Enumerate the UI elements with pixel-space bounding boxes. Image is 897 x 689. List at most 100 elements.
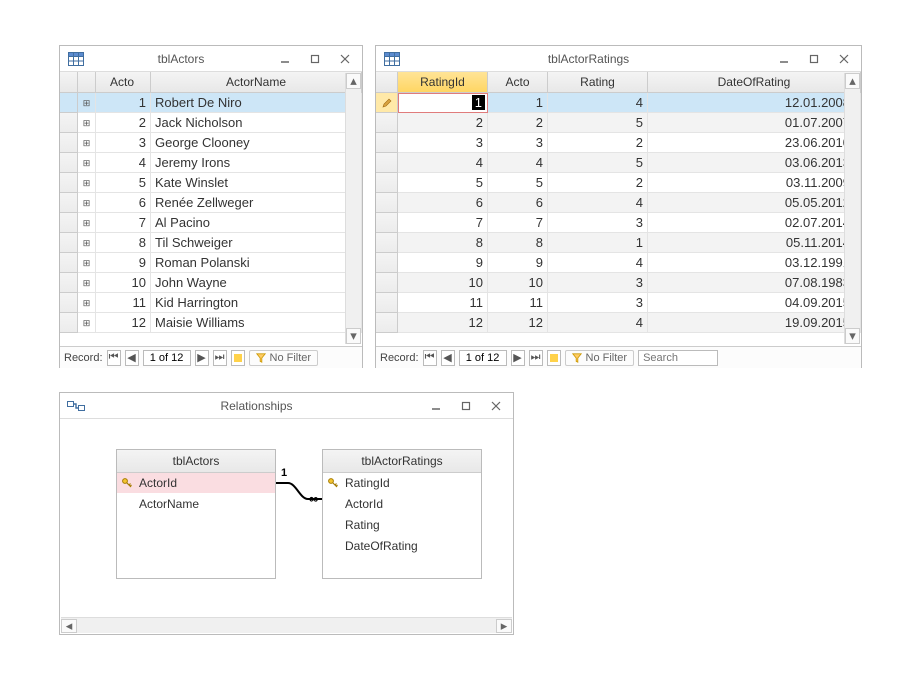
- nav-new-button[interactable]: [231, 350, 245, 366]
- table-row[interactable]: 77302.07.2014: [376, 213, 861, 233]
- expand-button[interactable]: ⊞: [78, 213, 96, 233]
- select-all-corner[interactable]: [376, 72, 398, 92]
- scroll-right-button[interactable]: ▸: [496, 619, 512, 633]
- nav-last-button[interactable]: ⏭: [529, 350, 543, 366]
- row-selector[interactable]: [376, 153, 398, 173]
- cell-actorname[interactable]: Kid Harrington: [151, 293, 362, 313]
- cell-actorid[interactable]: 1: [488, 93, 548, 113]
- record-position-input[interactable]: [143, 350, 191, 366]
- cell-ratingid[interactable]: 10: [398, 273, 488, 293]
- cell-actorname[interactable]: John Wayne: [151, 273, 362, 293]
- cell-actorid[interactable]: 9: [96, 253, 151, 273]
- cell-actorid[interactable]: 7: [96, 213, 151, 233]
- cell-actorid[interactable]: 12: [96, 313, 151, 333]
- nav-last-button[interactable]: ⏭: [213, 350, 227, 366]
- datasheet-body-ratings[interactable]: 11412.01.200822501.07.200733223.06.20104…: [376, 93, 861, 346]
- row-selector[interactable]: [60, 273, 78, 293]
- cell-date[interactable]: 05.11.2014: [648, 233, 861, 253]
- record-position-input[interactable]: [459, 350, 507, 366]
- row-selector[interactable]: [376, 233, 398, 253]
- row-selector[interactable]: [60, 313, 78, 333]
- cell-date[interactable]: 03.11.2009: [648, 173, 861, 193]
- cell-actorid[interactable]: 6: [96, 193, 151, 213]
- cell-ratingid[interactable]: 8: [398, 233, 488, 253]
- col-actorname[interactable]: ActorName: [151, 72, 362, 92]
- col-ratingid[interactable]: RatingId: [398, 72, 488, 92]
- row-selector[interactable]: [376, 133, 398, 153]
- cell-ratingid[interactable]: 2: [398, 113, 488, 133]
- cell-actorid[interactable]: 2: [488, 113, 548, 133]
- expand-button[interactable]: ⊞: [78, 193, 96, 213]
- nav-prev-button[interactable]: ◀: [125, 350, 139, 366]
- cell-rating[interactable]: 5: [548, 153, 648, 173]
- cell-rating[interactable]: 5: [548, 113, 648, 133]
- scroll-down-button[interactable]: ▾: [845, 328, 860, 344]
- table-row[interactable]: 88105.11.2014: [376, 233, 861, 253]
- row-selector[interactable]: [60, 133, 78, 153]
- cell-actorid[interactable]: 2: [96, 113, 151, 133]
- cell-actorname[interactable]: Til Schweiger: [151, 233, 362, 253]
- nav-new-button[interactable]: [547, 350, 561, 366]
- rel-table-tblactors[interactable]: tblActors ActorIdActorName: [116, 449, 276, 579]
- row-selector[interactable]: [376, 93, 398, 113]
- expand-button[interactable]: ⊞: [78, 173, 96, 193]
- scroll-left-button[interactable]: ◂: [61, 619, 77, 633]
- minimize-button[interactable]: [274, 50, 296, 68]
- nav-next-button[interactable]: ▶: [511, 350, 525, 366]
- cell-actorid[interactable]: 3: [488, 133, 548, 153]
- expand-button[interactable]: ⊞: [78, 133, 96, 153]
- maximize-button[interactable]: [803, 50, 825, 68]
- close-button[interactable]: [334, 50, 356, 68]
- cell-rating[interactable]: 1: [548, 233, 648, 253]
- cell-actorid[interactable]: 1: [96, 93, 151, 113]
- close-button[interactable]: [833, 50, 855, 68]
- table-row[interactable]: ⊞4Jeremy Irons: [60, 153, 362, 173]
- table-row[interactable]: 22501.07.2007: [376, 113, 861, 133]
- cell-actorname[interactable]: Jeremy Irons: [151, 153, 362, 173]
- cell-actorname[interactable]: Robert De Niro: [151, 93, 362, 113]
- cell-actorname[interactable]: Renée Zellweger: [151, 193, 362, 213]
- row-selector[interactable]: [376, 193, 398, 213]
- cell-actorid[interactable]: 9: [488, 253, 548, 273]
- cell-actorname[interactable]: Roman Polanski: [151, 253, 362, 273]
- filter-indicator[interactable]: No Filter: [565, 350, 635, 366]
- col-actorid[interactable]: Acto: [96, 72, 151, 92]
- relationships-canvas[interactable]: tblActors ActorIdActorName tblActorRatin…: [60, 419, 513, 615]
- row-selector[interactable]: [376, 273, 398, 293]
- table-row[interactable]: ⊞2Jack Nicholson: [60, 113, 362, 133]
- cell-ratingid[interactable]: 12: [398, 313, 488, 333]
- table-row[interactable]: ⊞5Kate Winslet: [60, 173, 362, 193]
- table-row[interactable]: 44503.06.2013: [376, 153, 861, 173]
- rel-field[interactable]: ActorId: [117, 473, 275, 494]
- cell-actorid[interactable]: 5: [488, 173, 548, 193]
- filter-indicator[interactable]: No Filter: [249, 350, 319, 366]
- cell-actorid[interactable]: 7: [488, 213, 548, 233]
- row-selector[interactable]: [60, 93, 78, 113]
- expand-button[interactable]: ⊞: [78, 273, 96, 293]
- scroll-down-button[interactable]: ▾: [346, 328, 361, 344]
- scroll-up-button[interactable]: ▴: [845, 73, 860, 89]
- row-selector[interactable]: [60, 253, 78, 273]
- titlebar-tblactorratings[interactable]: tblActorRatings: [376, 46, 861, 72]
- rel-field[interactable]: ActorId: [323, 494, 481, 515]
- nav-first-button[interactable]: ⏮: [423, 350, 437, 366]
- cell-ratingid[interactable]: 3: [398, 133, 488, 153]
- row-selector[interactable]: [60, 193, 78, 213]
- minimize-button[interactable]: [773, 50, 795, 68]
- table-row[interactable]: ⊞1Robert De Niro: [60, 93, 362, 113]
- nav-prev-button[interactable]: ◀: [441, 350, 455, 366]
- cell-rating[interactable]: 3: [548, 293, 648, 313]
- maximize-button[interactable]: [455, 397, 477, 415]
- cell-rating[interactable]: 2: [548, 173, 648, 193]
- expand-button[interactable]: ⊞: [78, 313, 96, 333]
- cell-actorid[interactable]: 4: [488, 153, 548, 173]
- cell-date[interactable]: 04.09.2015: [648, 293, 861, 313]
- row-selector[interactable]: [60, 293, 78, 313]
- table-row[interactable]: ⊞12Maisie Williams: [60, 313, 362, 333]
- table-row[interactable]: ⊞6Renée Zellweger: [60, 193, 362, 213]
- expand-button[interactable]: ⊞: [78, 293, 96, 313]
- nav-first-button[interactable]: ⏮: [107, 350, 121, 366]
- rel-field[interactable]: DateOfRating: [323, 536, 481, 557]
- cell-date[interactable]: 12.01.2008: [648, 93, 861, 113]
- row-selector[interactable]: [376, 213, 398, 233]
